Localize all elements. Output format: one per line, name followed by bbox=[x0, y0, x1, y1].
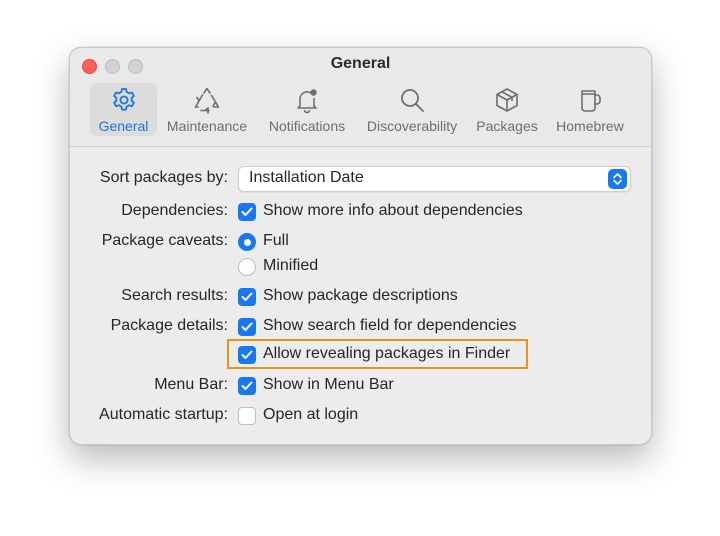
caveats-radio-full[interactable] bbox=[238, 233, 256, 251]
caveats-label: Package caveats: bbox=[101, 232, 228, 249]
startup-option-text: Open at login bbox=[263, 406, 359, 423]
search-results-checkbox[interactable] bbox=[238, 288, 256, 306]
tab-general[interactable]: General bbox=[90, 83, 157, 136]
dependencies-checkbox[interactable] bbox=[238, 203, 256, 221]
menu-bar-label: Menu Bar: bbox=[154, 376, 228, 393]
settings-window: General General Maintenance Notification… bbox=[69, 47, 652, 445]
menu-bar-checkbox[interactable] bbox=[238, 377, 256, 395]
search-field-checkbox[interactable] bbox=[238, 318, 256, 336]
caveats-radio-minified[interactable] bbox=[238, 258, 256, 276]
bell-icon bbox=[297, 89, 317, 114]
tab-homebrew-label: Homebrew bbox=[556, 118, 624, 134]
checkmark-icon bbox=[241, 322, 253, 331]
gear-icon bbox=[112, 88, 135, 111]
caveats-minified-text: Minified bbox=[263, 257, 319, 274]
window-title: General bbox=[330, 55, 391, 72]
chevron-up-down-icon bbox=[608, 169, 627, 189]
dependencies-label: Dependencies: bbox=[121, 202, 228, 219]
sort-select-value: Installation Date bbox=[249, 169, 364, 186]
caveats-full-text: Full bbox=[263, 232, 289, 249]
tab-notifications-label: Notifications bbox=[268, 118, 346, 134]
tab-maintenance[interactable]: Maintenance bbox=[162, 83, 252, 136]
tab-discoverability-label: Discoverability bbox=[366, 118, 458, 134]
sort-label: Sort packages by: bbox=[99, 169, 228, 186]
checkmark-icon bbox=[241, 292, 253, 301]
package-details-label: Package details: bbox=[110, 317, 228, 334]
checkmark-icon bbox=[241, 381, 253, 390]
tab-discoverability[interactable]: Discoverability bbox=[362, 83, 462, 136]
sort-select[interactable]: Installation Date bbox=[238, 166, 631, 192]
tab-packages[interactable]: Packages bbox=[472, 83, 542, 136]
tab-general-label: General bbox=[98, 118, 149, 134]
checkmark-icon bbox=[241, 350, 253, 359]
dependencies-option-text: Show more info about dependencies bbox=[263, 202, 523, 219]
tab-notifications[interactable]: Notifications bbox=[262, 83, 352, 136]
search-field-option-text: Show search field for dependencies bbox=[263, 317, 517, 334]
search-results-label: Search results: bbox=[121, 287, 228, 304]
toolbar: General General Maintenance Notification… bbox=[70, 48, 651, 147]
reveal-in-finder-option-text: Allow revealing packages in Finder bbox=[263, 345, 511, 362]
tab-maintenance-label: Maintenance bbox=[166, 118, 248, 134]
package-icon bbox=[496, 88, 518, 112]
checkmark-icon bbox=[241, 207, 253, 216]
search-results-option-text: Show package descriptions bbox=[263, 287, 458, 304]
mug-icon bbox=[581, 90, 601, 112]
magnifier-icon bbox=[401, 89, 424, 112]
recycle-icon bbox=[194, 87, 220, 114]
startup-checkbox[interactable] bbox=[238, 407, 256, 425]
tab-homebrew[interactable]: Homebrew bbox=[550, 83, 630, 136]
startup-label: Automatic startup: bbox=[99, 406, 228, 423]
menu-bar-option-text: Show in Menu Bar bbox=[263, 376, 394, 393]
tab-packages-label: Packages bbox=[476, 118, 538, 134]
reveal-in-finder-checkbox[interactable] bbox=[238, 346, 256, 364]
